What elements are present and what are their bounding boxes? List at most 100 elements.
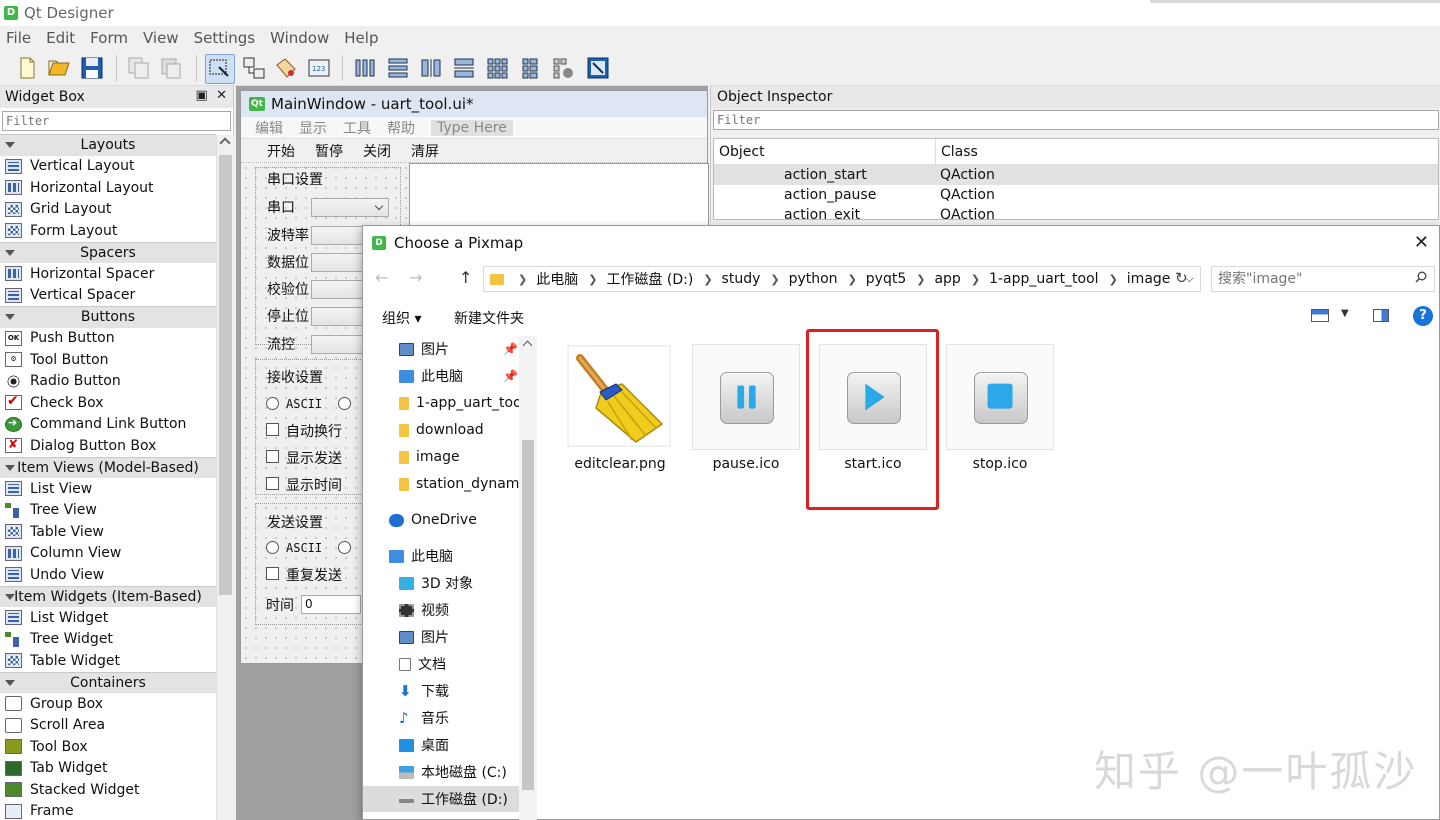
widget-item[interactable]: Group Box: [0, 693, 216, 715]
widget-item[interactable]: Table Widget: [0, 650, 216, 672]
show-time-checkbox[interactable]: [266, 477, 279, 490]
new-icon[interactable]: [14, 55, 40, 81]
action-close-button[interactable]: 关闭: [363, 141, 391, 161]
chevron-down-icon[interactable]: ▼: [1341, 308, 1349, 319]
form-menu-edit[interactable]: 编辑: [255, 118, 283, 138]
widget-item[interactable]: ⚙ Tool Button: [0, 349, 216, 371]
widget-item[interactable]: Column View: [0, 543, 216, 565]
chevron-right-icon[interactable]: ❯: [703, 273, 712, 286]
widget-item[interactable]: Undo View: [0, 564, 216, 586]
breadcrumb-app[interactable]: app: [934, 271, 960, 287]
widget-item[interactable]: List View: [0, 478, 216, 500]
widget-item[interactable]: Command Link Button: [0, 414, 216, 436]
widget-item[interactable]: Tab Widget: [0, 758, 216, 780]
widget-item[interactable]: Vertical Spacer: [0, 285, 216, 307]
chevron-right-icon[interactable]: ❯: [916, 273, 925, 286]
column-header-class[interactable]: Class: [936, 139, 1436, 164]
table-row[interactable]: action_pause QAction: [714, 185, 1438, 205]
widget-item[interactable]: Tool Box: [0, 736, 216, 758]
scrollbar-thumb[interactable]: [522, 440, 534, 790]
nav-item-image[interactable]: image: [399, 444, 537, 470]
layout-vertical-icon[interactable]: [385, 55, 411, 81]
form-menu-help[interactable]: 帮助: [387, 118, 415, 138]
chevron-right-icon[interactable]: ❯: [971, 273, 980, 286]
refresh-icon[interactable]: ↻: [1175, 269, 1188, 287]
nav-item-documents[interactable]: 文档: [399, 651, 537, 677]
column-header-object[interactable]: Object: [714, 139, 936, 164]
action-clear-button[interactable]: 清屏: [411, 141, 439, 161]
repeat-send-checkbox[interactable]: [266, 567, 279, 580]
widget-item[interactable]: Table View: [0, 521, 216, 543]
menu-file[interactable]: File: [6, 29, 31, 47]
widget-item[interactable]: Check Box: [0, 392, 216, 414]
open-icon[interactable]: [46, 55, 72, 81]
address-bar[interactable]: ❯ 此电脑 ❯ 工作磁盘 (D:) ❯ study ❯ python ❯ pyq…: [483, 266, 1201, 292]
nav-item-drive-c[interactable]: 本地磁盘 (C:): [399, 759, 537, 785]
layout-grid-icon[interactable]: [484, 55, 510, 81]
table-row[interactable]: action_exit QAction: [714, 205, 1438, 219]
widget-item[interactable]: Vertical Layout: [0, 156, 216, 178]
float-icon[interactable]: ▣: [196, 88, 208, 103]
nav-item-pictures-quick[interactable]: 图片 📌: [399, 336, 537, 362]
nav-item-3d-objects[interactable]: 3D 对象: [399, 570, 537, 596]
widget-item[interactable]: Form Layout: [0, 220, 216, 242]
nav-item-music[interactable]: ♪ 音乐: [399, 705, 537, 731]
menu-view[interactable]: View: [143, 29, 179, 47]
nav-item-onedrive[interactable]: OneDrive: [389, 507, 537, 533]
widget-item[interactable]: List Widget: [0, 607, 216, 629]
chevron-right-icon[interactable]: ❯: [848, 273, 857, 286]
save-icon[interactable]: [79, 55, 105, 81]
nav-item-this-pc[interactable]: 此电脑: [389, 543, 537, 569]
recv-ascii-radio[interactable]: [266, 397, 279, 410]
scroll-up-icon[interactable]: [522, 340, 533, 351]
send-hex-radio[interactable]: [338, 541, 351, 554]
breadcrumb-study[interactable]: study: [722, 271, 761, 287]
layout-v-splitter-icon[interactable]: [451, 55, 477, 81]
navigation-pane-scrollbar[interactable]: [519, 336, 537, 820]
change-view-icon[interactable]: [1311, 309, 1329, 322]
back-arrow-icon[interactable]: ←: [375, 268, 388, 287]
search-icon[interactable]: [1415, 271, 1427, 283]
nav-item-videos[interactable]: 视频: [399, 597, 537, 623]
widget-item[interactable]: Horizontal Spacer: [0, 263, 216, 285]
file-item-start[interactable]: start.ico: [818, 344, 928, 474]
close-icon[interactable]: ✕: [216, 88, 227, 103]
scrollbar-thumb[interactable]: [219, 155, 232, 595]
breadcrumb-this-pc[interactable]: 此电脑: [536, 269, 578, 289]
nav-item-desktop[interactable]: 桌面: [399, 732, 537, 758]
help-icon[interactable]: ?: [1413, 306, 1433, 326]
form-menu-tools[interactable]: 工具: [343, 118, 371, 138]
forward-arrow-icon[interactable]: →: [409, 268, 422, 287]
widget-item[interactable]: Dialog Button Box: [0, 435, 216, 457]
nav-item-download[interactable]: download: [399, 417, 537, 443]
nav-item-this-pc-quick[interactable]: 此电脑 📌: [399, 363, 537, 389]
recv-hex-radio[interactable]: [338, 397, 351, 410]
file-item-editclear[interactable]: editclear.png: [565, 344, 675, 474]
adjust-size-icon[interactable]: [585, 55, 611, 81]
layout-horizontal-icon[interactable]: [352, 55, 378, 81]
nav-item-pictures[interactable]: 图片: [399, 624, 537, 650]
action-pause-button[interactable]: 暂停: [315, 141, 343, 161]
breadcrumb-python[interactable]: python: [789, 271, 838, 287]
file-item-stop[interactable]: stop.ico: [945, 344, 1055, 474]
widget-item[interactable]: Radio Button: [0, 371, 216, 393]
search-input[interactable]: [1211, 266, 1435, 292]
edit-signals-icon[interactable]: [241, 55, 267, 81]
menu-edit[interactable]: Edit: [46, 29, 75, 47]
menu-settings[interactable]: Settings: [194, 29, 256, 47]
file-item-pause[interactable]: pause.ico: [691, 344, 801, 474]
menu-form[interactable]: Form: [90, 29, 128, 47]
break-layout-icon[interactable]: [550, 55, 576, 81]
chevron-right-icon[interactable]: ❯: [518, 273, 527, 286]
edit-widgets-icon[interactable]: [205, 54, 235, 84]
copy-icon[interactable]: [126, 55, 152, 81]
layout-form-icon[interactable]: [517, 55, 543, 81]
paste-icon[interactable]: [158, 55, 184, 81]
chevron-right-icon[interactable]: ❯: [1109, 273, 1118, 286]
menu-window[interactable]: Window: [270, 29, 329, 47]
breadcrumb-uart-tool[interactable]: 1-app_uart_tool: [989, 271, 1099, 287]
dialog-close-icon[interactable]: ✕: [1414, 232, 1429, 253]
widget-item[interactable]: Frame: [0, 801, 216, 820]
widget-item[interactable]: Scroll Area: [0, 715, 216, 737]
widget-box-filter-input[interactable]: [2, 111, 231, 131]
